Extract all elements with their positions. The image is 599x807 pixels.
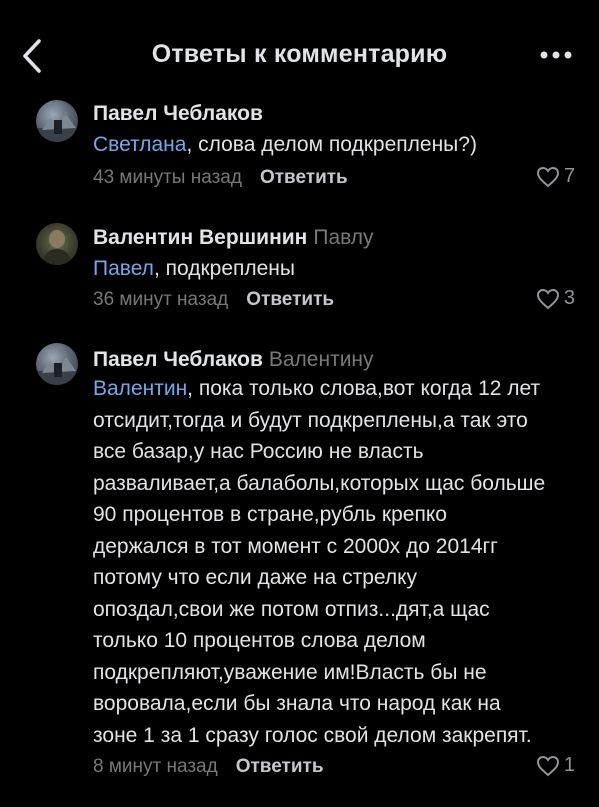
- comment-time: 43 минуты назад: [93, 167, 242, 188]
- like-count: 1: [563, 754, 575, 776]
- heart-outline-icon: [536, 288, 559, 309]
- like-count: 3: [563, 287, 575, 309]
- heart-outline-icon: [536, 166, 559, 187]
- heart-outline-icon: [536, 755, 559, 776]
- comment-body: , слова делом подкреплены?): [186, 133, 477, 156]
- like-button[interactable]: 1: [536, 754, 575, 777]
- mention-link[interactable]: Павел: [93, 257, 154, 280]
- avatar-image: [36, 114, 78, 142]
- comment-text: Светлана, слова делом подкреплены?): [93, 129, 563, 161]
- comment-time: 8 минут назад: [93, 756, 218, 777]
- comment-author[interactable]: Валентин Вершинин: [93, 226, 307, 249]
- reply-to-label[interactable]: Павлу: [313, 226, 373, 249]
- avatar[interactable]: [36, 223, 78, 265]
- comment-time: 36 минут назад: [93, 289, 229, 310]
- reply-button[interactable]: Ответить: [236, 756, 324, 777]
- reply-button[interactable]: Ответить: [246, 289, 334, 310]
- avatar-image: [36, 357, 78, 385]
- like-button[interactable]: 7: [536, 165, 575, 188]
- comment-author[interactable]: Павел Чеблаков: [93, 348, 263, 371]
- mention-link[interactable]: Валентин: [93, 377, 187, 400]
- reply-button[interactable]: Ответить: [260, 167, 348, 188]
- avatar[interactable]: [36, 343, 78, 385]
- comment-body: , подкреплены: [153, 257, 295, 280]
- comment-text: Валентин, пока только слова,вот когда 12…: [93, 373, 548, 751]
- avatar[interactable]: [36, 100, 78, 142]
- more-horizontal-icon: [540, 51, 572, 59]
- header: Ответы к комментарию: [0, 0, 599, 100]
- like-count: 7: [563, 165, 575, 187]
- page-title: Ответы к комментарию: [151, 40, 448, 68]
- comment-author[interactable]: Павел Чеблаков: [93, 102, 263, 125]
- more-button[interactable]: [535, 42, 577, 68]
- reply-to-label[interactable]: Валентину: [269, 348, 374, 371]
- mention-link[interactable]: Светлана: [93, 133, 186, 156]
- comment-text: Павел, подкреплены: [93, 253, 563, 285]
- comment-body: , пока только слова,вот когда 12 лет отс…: [93, 377, 546, 747]
- like-button[interactable]: 3: [536, 287, 575, 310]
- avatar-image: [42, 230, 72, 265]
